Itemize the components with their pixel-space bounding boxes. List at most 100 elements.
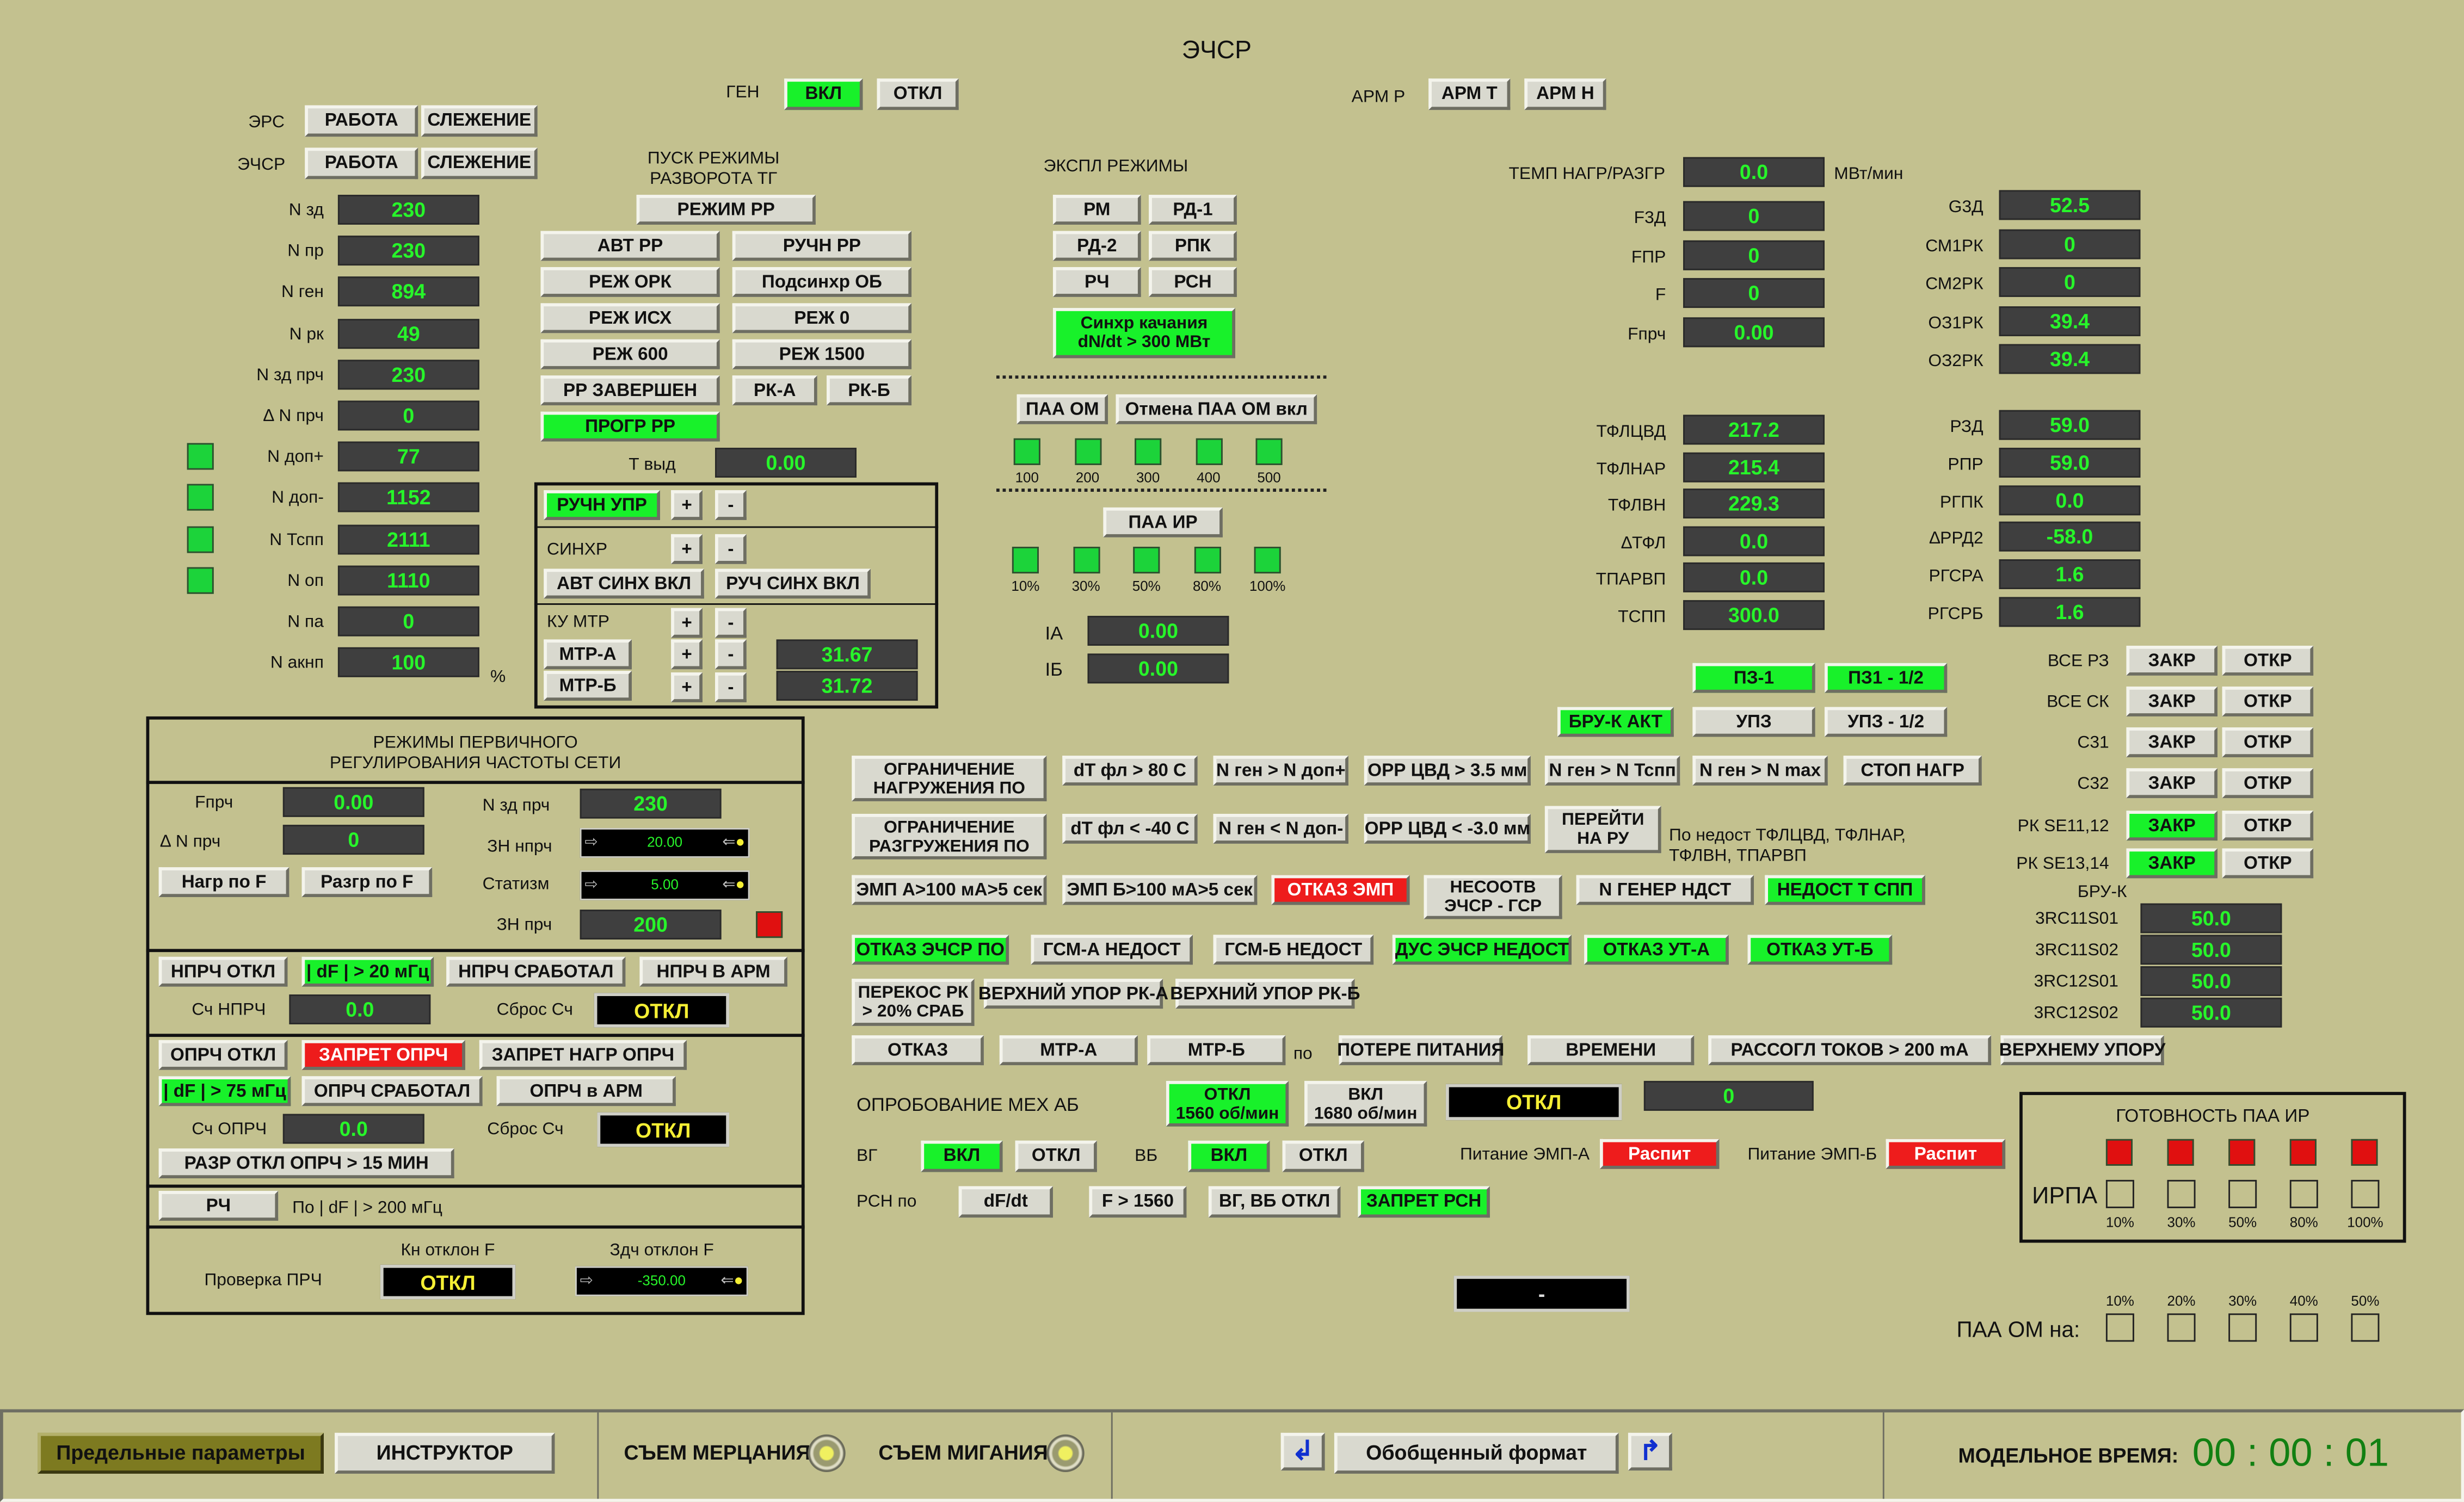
nprch-otkl-button[interactable]: НПРЧ ОТКЛ (158, 956, 288, 987)
rezh-ork-button[interactable]: РЕЖ ОРК (540, 267, 720, 297)
podsinhr-button[interactable]: Подсинхр ОБ (732, 267, 912, 297)
forward-arrow-icon[interactable]: ↱ (1628, 1432, 1672, 1471)
valve-close-button[interactable]: ЗАКР (2126, 848, 2217, 879)
vb-on-button[interactable]: ВКЛ (1188, 1140, 1270, 1172)
gotovnost-checkbox[interactable] (2167, 1179, 2196, 1208)
nprch-srab-button[interactable]: НПРЧ СРАБОТАЛ (446, 956, 626, 987)
sinhr-kach-button[interactable]: Синхр качания dN/dt > 300 МВт (1052, 308, 1235, 358)
rsn-mode-button[interactable]: РСН (1149, 267, 1237, 297)
valve-open-button[interactable]: ОТКР (2222, 687, 2314, 716)
statizm-slider[interactable]: ⇨ 5.00 ⇐● (580, 870, 750, 900)
ngen-dop-button[interactable]: N ген > N доп+ (1213, 756, 1348, 786)
echsr-track-button[interactable]: СЛЕЖЕНИЕ (421, 147, 538, 180)
proverka-state[interactable]: ОТКЛ (380, 1264, 516, 1300)
oprob-vkl-button[interactable]: ВКЛ 1680 об/мин (1304, 1080, 1427, 1127)
rassogl-button[interactable]: РАССОГЛ ТОКОВ > 200 mA (1708, 1035, 1992, 1066)
ut-a-button[interactable]: ОТКАЗ УТ-А (1584, 935, 1729, 965)
ku-minus-button[interactable]: - (715, 608, 747, 638)
bru-akt-button[interactable]: БРУ-К АКТ (1557, 707, 1674, 737)
nagr-f-button[interactable]: Нагр по F (158, 867, 289, 898)
dtfl40-button[interactable]: dT фл < -40 С (1062, 813, 1198, 844)
sinhr-plus-button[interactable]: + (671, 534, 703, 564)
otkaz-echsr-button[interactable]: ОТКАЗ ЭЧСР ПО (852, 935, 1009, 965)
upz12-button[interactable]: УПЗ - 1/2 (1824, 707, 1948, 737)
stop-nagr-button[interactable]: СТОП НАГР (1843, 756, 1982, 786)
mtrb-button[interactable]: МТР-Б (544, 671, 632, 701)
ruchn-upr-button[interactable]: РУЧН УПР (544, 490, 660, 520)
rd2-button[interactable]: РД-2 (1052, 231, 1141, 261)
oprob-otkl-button[interactable]: ОТКЛ 1560 об/мин (1166, 1080, 1289, 1127)
paa-om-cancel-button[interactable]: Отмена ПАА ОМ вкл (1116, 394, 1317, 424)
razgr-f-button[interactable]: Разгр по F (301, 867, 433, 898)
paa-om-na-checkbox[interactable] (2167, 1313, 2196, 1342)
ngen-tspp-button[interactable]: N ген > N Тспп (1544, 756, 1680, 786)
poteri-button[interactable]: ПОТЕРЕ ПИТАНИЯ (1337, 1035, 1504, 1066)
valve-close-button[interactable]: ЗАКР (2126, 768, 2217, 799)
vg-on-button[interactable]: ВКЛ (921, 1140, 1003, 1172)
valve-open-button[interactable]: ОТКР (2222, 768, 2314, 799)
valve-open-button[interactable]: ОТКР (2222, 811, 2314, 841)
avt-rr-button[interactable]: АВТ РР (540, 231, 720, 261)
ut-b-button[interactable]: ОТКАЗ УТ-Б (1747, 935, 1893, 965)
gsma-button[interactable]: ГСМ-А НЕДОСТ (1031, 935, 1193, 965)
otkaz-emp-button[interactable]: ОТКАЗ ЭМП (1271, 875, 1410, 905)
rsn-f1560-button[interactable]: F > 1560 (1089, 1186, 1187, 1218)
obobsh-button[interactable]: Обобщенный формат (1334, 1432, 1619, 1474)
ogr-nagr-button[interactable]: ОГРАНИЧЕНИЕ НАГРУЖЕНИЯ ПО (852, 756, 1047, 801)
ngen-ndst-button[interactable]: N ГЕНЕР НДСТ (1576, 875, 1754, 905)
nesoot-button[interactable]: НЕСООТВ ЭЧСР - ГСР (1424, 875, 1562, 919)
mtrb-plus-button[interactable]: + (671, 672, 703, 702)
gotovnost-checkbox[interactable] (2105, 1179, 2134, 1208)
vremeni-button[interactable]: ВРЕМЕНИ (1527, 1035, 1695, 1066)
valve-close-button[interactable]: ЗАКР (2126, 687, 2217, 716)
arm-t-button[interactable]: АРМ Т (1428, 78, 1511, 110)
sbros2-state[interactable]: ОТКЛ (597, 1112, 730, 1147)
razr-otkl-button[interactable]: РАЗР ОТКЛ ОПРЧ > 15 МИН (158, 1148, 454, 1178)
upz-button[interactable]: УПЗ (1692, 707, 1815, 737)
ogr-razgr-button[interactable]: ОГРАНИЧЕНИЕ РАЗГРУЖЕНИЯ ПО (852, 813, 1047, 860)
zapret-oprch-button[interactable]: ЗАПРЕТ ОПРЧ (301, 1040, 465, 1070)
ruchn-rr-button[interactable]: РУЧН РР (732, 231, 912, 261)
nedost-tspp-button[interactable]: НЕДОСТ Т СПП (1765, 875, 1925, 905)
emp-b-button[interactable]: ЭМП Б>100 мА>5 сек (1062, 875, 1258, 905)
rr-done-button[interactable]: РР ЗАВЕРШЕН (540, 375, 720, 406)
pereiti-ru-button[interactable]: ПЕРЕЙТИ НА РУ (1544, 806, 1661, 854)
paa-om-na-checkbox[interactable] (2289, 1313, 2318, 1342)
mode-rr-button[interactable]: РЕЖИМ РР (636, 195, 816, 225)
limits-button[interactable]: Предельные параметры (38, 1432, 324, 1474)
dtfl80-button[interactable]: dT фл > 80 С (1062, 756, 1198, 786)
gotovnost-checkbox[interactable] (2289, 1179, 2318, 1208)
avt-sinh-button[interactable]: АВТ СИНХ ВКЛ (544, 568, 704, 599)
rezh600-button[interactable]: РЕЖ 600 (540, 339, 720, 369)
oprch-srab-button[interactable]: ОПРЧ СРАБОТАЛ (301, 1076, 483, 1107)
progr-rr-button[interactable]: ПРОГР РР (540, 411, 720, 442)
pit-b-state[interactable]: Распит (1886, 1139, 2006, 1169)
gotovnost-checkbox[interactable] (2351, 1179, 2380, 1208)
sinhr-minus-button[interactable]: - (715, 534, 747, 564)
sbros1-state[interactable]: ОТКЛ (594, 993, 730, 1028)
valve-open-button[interactable]: ОТКР (2222, 848, 2314, 879)
valve-close-button[interactable]: ЗАКР (2126, 727, 2217, 758)
zn-nprch-slider[interactable]: ⇨ 20.00 ⇐● (580, 827, 750, 858)
mtrb-minus-button[interactable]: - (715, 672, 747, 702)
ruchn-minus-button[interactable]: - (715, 490, 747, 520)
paa-ir-button[interactable]: ПАА ИР (1103, 507, 1223, 537)
mtra-button[interactable]: МТР-А (544, 639, 632, 670)
valve-close-button[interactable]: ЗАКР (2126, 645, 2217, 676)
df75-button[interactable]: | dF | > 75 мГц (158, 1076, 291, 1107)
emp-a-button[interactable]: ЭМП А>100 мА>5 сек (852, 875, 1047, 905)
paa-om-button[interactable]: ПАА ОМ (1017, 394, 1108, 424)
valve-close-button[interactable]: ЗАКР (2126, 811, 2217, 841)
rch-mode-button[interactable]: РЧ (1052, 267, 1141, 297)
ruchn-plus-button[interactable]: + (671, 490, 703, 520)
zapret-nagr-button[interactable]: ЗАПРЕТ НАГР ОПРЧ (479, 1040, 687, 1070)
valve-open-button[interactable]: ОТКР (2222, 727, 2314, 758)
oprch-otkl-button[interactable]: ОПРЧ ОТКЛ (158, 1040, 288, 1070)
upor-a-button[interactable]: ВЕРХНИЙ УПОР РК-А (978, 979, 1168, 1009)
zapret-rsn-button[interactable]: ЗАПРЕТ РСН (1358, 1186, 1490, 1218)
upor-b-button[interactable]: ВЕРХНИЙ УПОР РК-Б (1170, 979, 1360, 1009)
paa-om-na-checkbox[interactable] (2351, 1313, 2380, 1342)
sem-mig-knob[interactable] (1046, 1434, 1085, 1473)
ers-track-button[interactable]: СЛЕЖЕНИЕ (421, 105, 538, 137)
rka-button[interactable]: РК-А (732, 375, 817, 406)
